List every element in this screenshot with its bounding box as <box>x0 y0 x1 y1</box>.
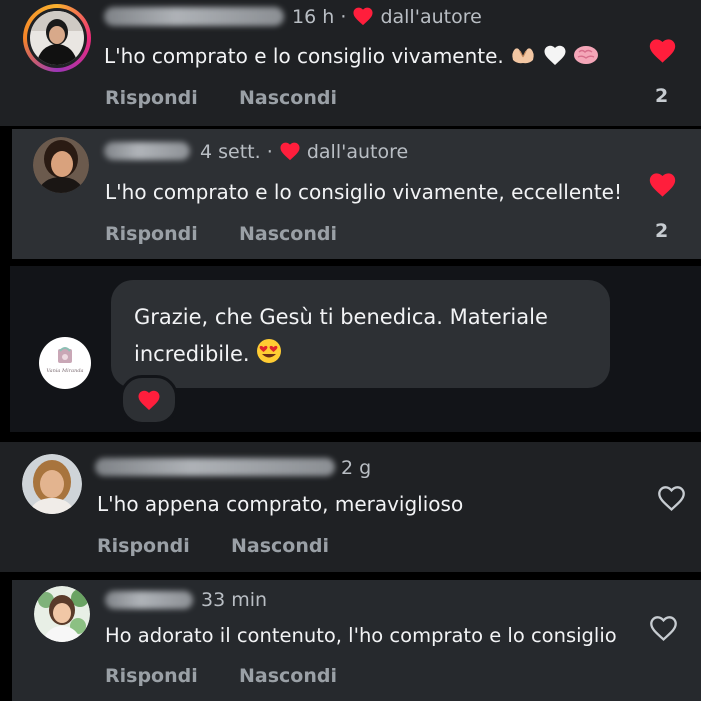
comment-actions: Rispondi Nascondi <box>105 665 337 687</box>
comment-text: Ho adorato il contenuto, l'ho comprato e… <box>105 624 617 647</box>
username-redacted <box>105 591 193 609</box>
reaction-badge[interactable] <box>120 375 178 425</box>
comment-actions: Rispondi Nascondi <box>97 535 329 557</box>
white-heart-icon <box>544 45 566 65</box>
author-logo-avatar[interactable]: Vania Miranda <box>39 337 91 389</box>
brain-icon <box>573 46 598 64</box>
author-tag: dall'autore <box>380 6 482 28</box>
comment-card-2: 4 sett. · dall'autore L'ho comprato e lo… <box>12 129 701 259</box>
heart-icon <box>138 390 160 410</box>
author-reply-card: Vania Miranda Grazie, che Gesù ti benedi… <box>10 266 701 432</box>
comment-time: 2 g <box>341 457 372 479</box>
reply-bubble: Grazie, che Gesù ti benedica. Materiale … <box>111 280 610 388</box>
username-redacted <box>104 7 284 26</box>
comment-text: L'ho comprato e lo consiglio vivamente, … <box>105 180 623 204</box>
comment-time: 4 sett. <box>200 141 261 163</box>
reply-button[interactable]: Rispondi <box>97 535 190 557</box>
avatar-illustration[interactable] <box>34 586 90 642</box>
heart-hands-icon <box>512 48 534 64</box>
comment-meta: 4 sett. · dall'autore <box>200 141 409 163</box>
comment-text: L'ho comprato e lo consiglio vivamente. <box>104 44 599 68</box>
like-heart-outline-icon[interactable] <box>656 484 687 512</box>
reply-text-line-2: incredibile. <box>134 338 282 366</box>
reply-button[interactable]: Rispondi <box>105 87 198 109</box>
heart-eyes-icon <box>257 339 282 363</box>
comment-card-1: 16 h · dall'autore L'ho comprato e lo co… <box>0 0 701 126</box>
logo-image <box>58 347 72 363</box>
avatar-photo[interactable] <box>22 454 82 514</box>
comment-time: 16 h <box>292 6 335 28</box>
comment-card-3: 2 g L'ho appena comprato, meraviglioso R… <box>0 442 701 572</box>
comment-meta: 16 h · dall'autore <box>292 6 482 28</box>
reply-button[interactable]: Rispondi <box>105 223 198 245</box>
comment-text: L'ho appena comprato, meraviglioso <box>97 492 464 516</box>
author-heart-icon <box>353 7 373 26</box>
hide-button[interactable]: Nascondi <box>239 87 337 109</box>
reply-button[interactable]: Rispondi <box>105 665 198 687</box>
like-heart-icon[interactable] <box>648 37 677 64</box>
hide-button[interactable]: Nascondi <box>231 535 329 557</box>
hide-button[interactable]: Nascondi <box>239 665 337 687</box>
like-heart-icon[interactable] <box>648 171 677 198</box>
author-heart-icon <box>280 142 300 161</box>
username-redacted <box>104 142 190 160</box>
logo-text: Vania Miranda <box>46 368 84 374</box>
like-count: 2 <box>655 220 669 242</box>
hide-button[interactable]: Nascondi <box>239 223 337 245</box>
comment-actions: Rispondi Nascondi <box>105 223 337 245</box>
comment-card-4: 33 min Ho adorato il contenuto, l'ho com… <box>12 580 701 701</box>
comment-time: 33 min <box>201 589 268 611</box>
comment-actions: Rispondi Nascondi <box>105 87 337 109</box>
like-heart-outline-icon[interactable] <box>648 614 679 642</box>
avatar-photo <box>30 11 84 65</box>
username-redacted <box>95 458 335 476</box>
avatar-photo[interactable] <box>33 137 89 193</box>
story-ring-avatar[interactable] <box>23 4 91 72</box>
author-tag: dall'autore <box>306 141 409 163</box>
like-count: 2 <box>655 85 669 107</box>
reply-text-line-1: Grazie, che Gesù ti benedica. Materiale <box>134 305 548 329</box>
